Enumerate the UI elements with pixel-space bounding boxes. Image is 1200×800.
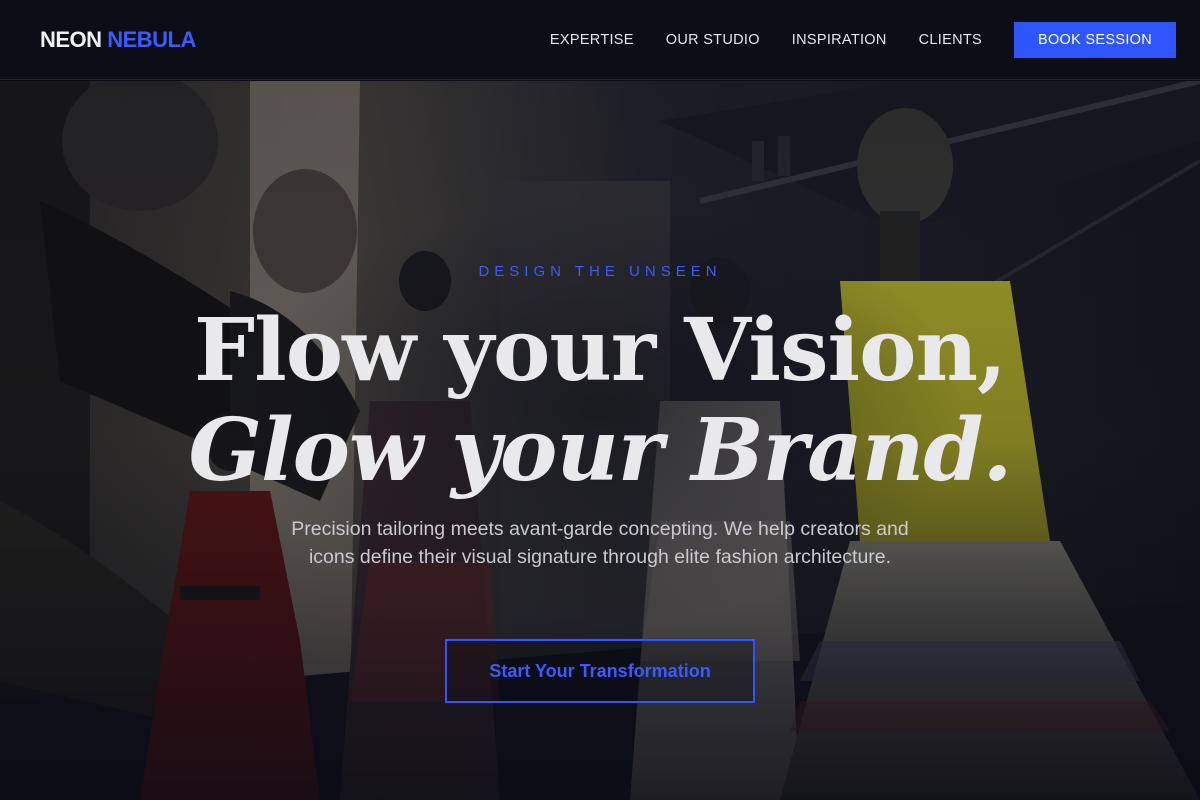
hero-eyebrow: DESIGN THE UNSEEN	[478, 263, 722, 280]
hero-headline-line1: Flow your Vision,	[194, 300, 1007, 401]
nav-item-inspiration[interactable]: INSPIRATION	[792, 32, 887, 48]
nav-menu: EXPERTISE OUR STUDIO INSPIRATION CLIENTS…	[550, 21, 1176, 58]
book-session-button[interactable]: BOOK SESSION	[1014, 21, 1176, 58]
hero-description: Precision tailoring meets avant-garde co…	[291, 518, 909, 568]
top-nav: NEON NEBULA EXPERTISE OUR STUDIO INSPIRA…	[0, 0, 1200, 80]
hero-headline-line2: Glow your Brand.	[188, 400, 1013, 501]
nav-item-our-studio[interactable]: OUR STUDIO	[666, 32, 760, 48]
nav-item-clients[interactable]: CLIENTS	[919, 32, 982, 48]
start-transformation-button[interactable]: Start Your Transformation	[445, 639, 755, 703]
brand-logo[interactable]: NEON NEBULA	[40, 27, 196, 53]
hero-content: DESIGN THE UNSEEN Flow your Vision, Glow…	[0, 81, 1200, 800]
brand-word-2: NEBULA	[107, 26, 196, 52]
hero-section: DESIGN THE UNSEEN Flow your Vision, Glow…	[0, 81, 1200, 800]
nav-item-expertise[interactable]: EXPERTISE	[550, 32, 634, 48]
brand-word-1: NEON	[40, 26, 102, 52]
